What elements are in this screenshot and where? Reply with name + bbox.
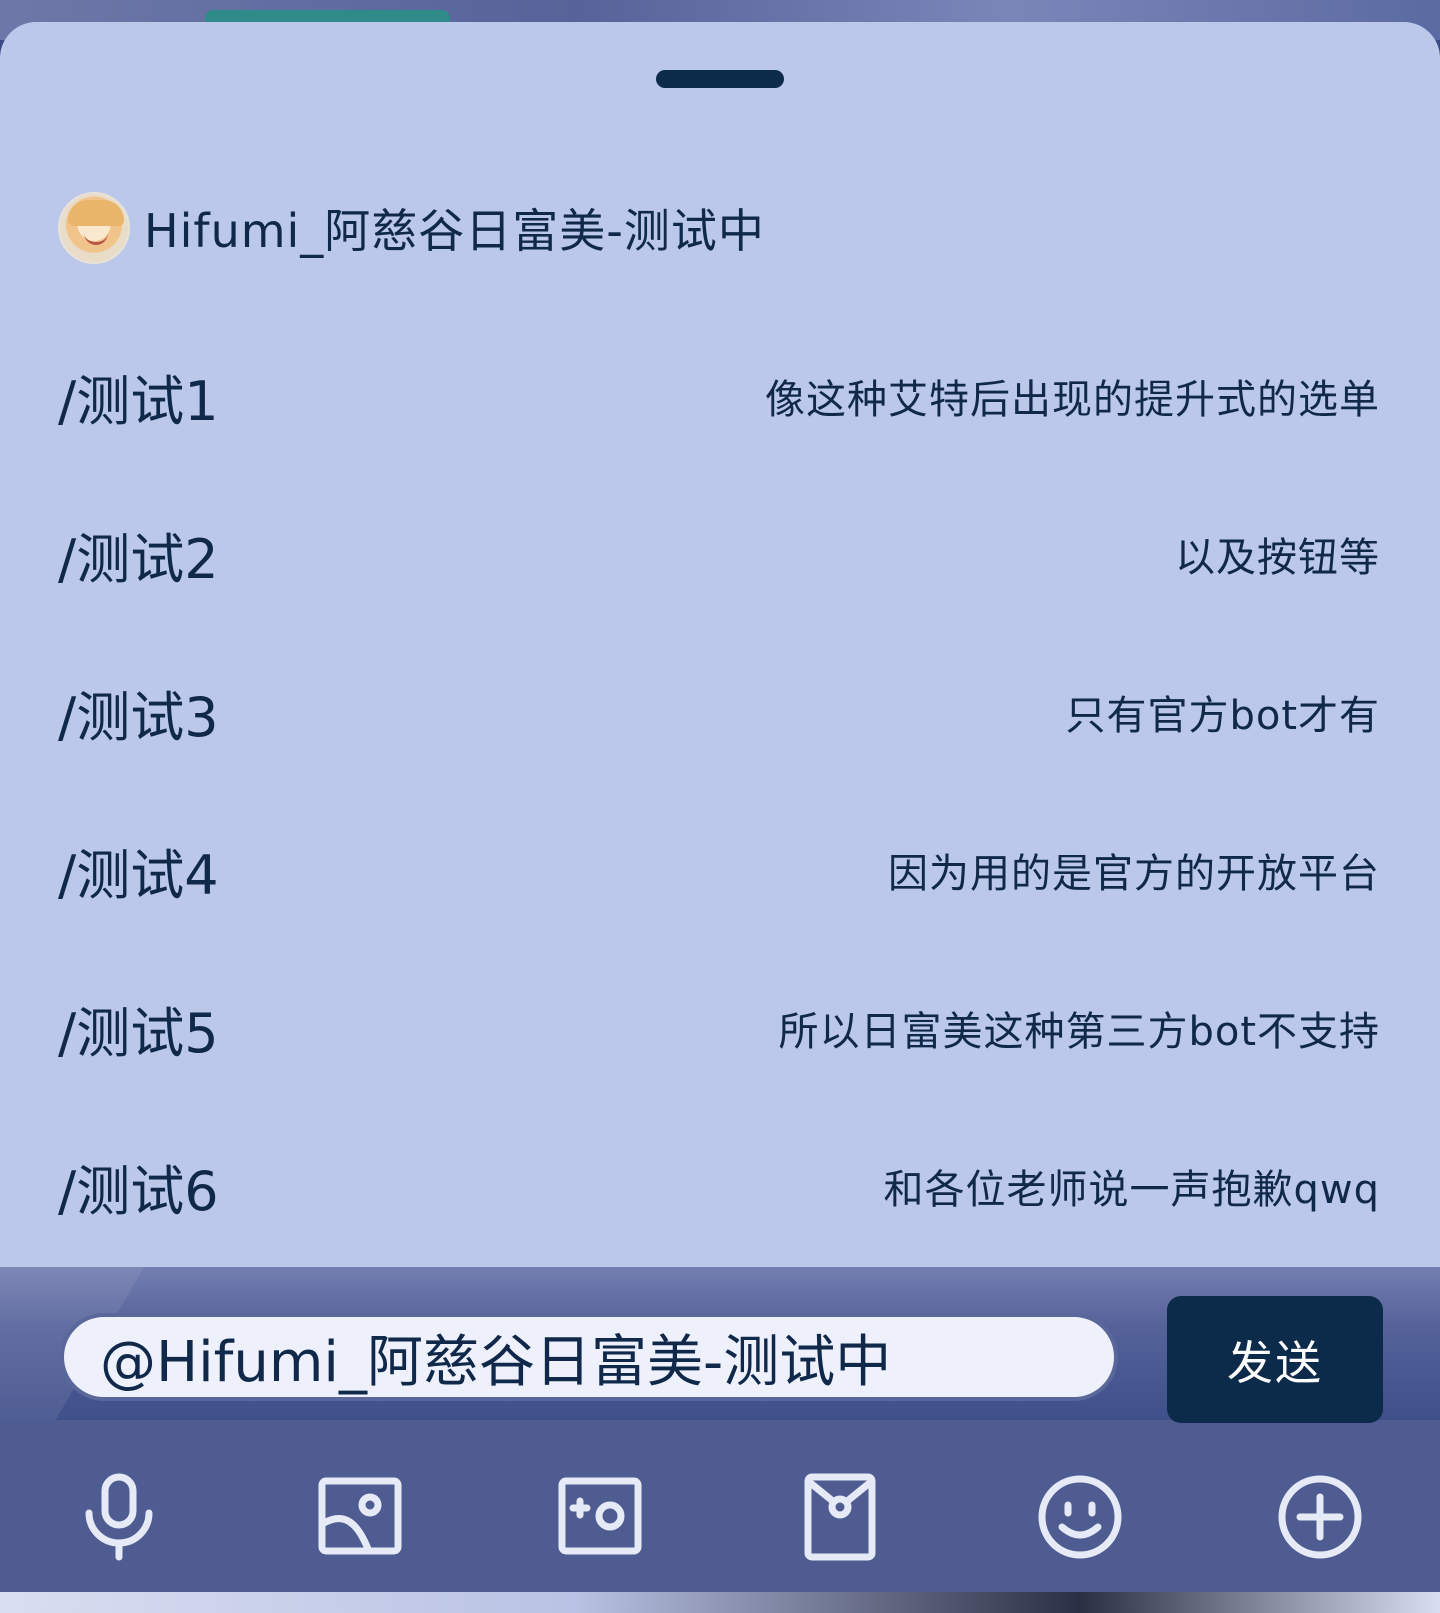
- message-input-text: @Hifumi_阿慈谷日富美-测试中: [100, 1329, 892, 1395]
- camera-icon[interactable]: [545, 1462, 655, 1572]
- command-item[interactable]: /测试2 以及按钮等: [58, 475, 1380, 633]
- image-icon[interactable]: [305, 1462, 415, 1572]
- command-name: /测试4: [58, 843, 219, 907]
- command-description: 只有官方bot才有: [1065, 693, 1380, 739]
- background-bottom: [0, 1592, 1440, 1613]
- command-name: /测试3: [58, 685, 219, 749]
- message-input[interactable]: @Hifumi_阿慈谷日富美-测试中: [60, 1313, 1118, 1401]
- command-item[interactable]: /测试4 因为用的是官方的开放平台: [58, 791, 1380, 949]
- bot-header: Hifumi_阿慈谷日富美-测试中: [58, 192, 765, 264]
- microphone-icon[interactable]: [64, 1462, 174, 1572]
- command-description: 因为用的是官方的开放平台: [888, 851, 1380, 897]
- command-name: /测试1: [58, 369, 219, 433]
- sheet-drag-handle[interactable]: [656, 70, 784, 88]
- command-item[interactable]: /测试1 像这种艾特后出现的提升式的选单: [58, 317, 1380, 475]
- bot-name: Hifumi_阿慈谷日富美-测试中: [144, 204, 765, 258]
- command-item[interactable]: /测试6 和各位老师说一声抱歉qwq: [58, 1107, 1380, 1265]
- command-item[interactable]: /测试3 只有官方bot才有: [58, 633, 1380, 791]
- command-list: /测试1 像这种艾特后出现的提升式的选单 /测试2 以及按钮等 /测试3 只有官…: [58, 317, 1380, 1265]
- red-packet-icon[interactable]: [785, 1462, 895, 1572]
- command-name: /测试5: [58, 1001, 219, 1065]
- chat-toolbar: [0, 1462, 1440, 1572]
- send-button[interactable]: 发送: [1167, 1296, 1383, 1423]
- command-sheet: Hifumi_阿慈谷日富美-测试中 /测试1 像这种艾特后出现的提升式的选单 /…: [0, 22, 1440, 1267]
- command-item[interactable]: /测试5 所以日富美这种第三方bot不支持: [58, 949, 1380, 1107]
- command-description: 像这种艾特后出现的提升式的选单: [765, 377, 1380, 423]
- command-name: /测试2: [58, 527, 219, 591]
- bot-avatar: [58, 192, 130, 264]
- command-description: 和各位老师说一声抱歉qwq: [883, 1167, 1380, 1213]
- command-description: 所以日富美这种第三方bot不支持: [778, 1009, 1380, 1055]
- command-description: 以及按钮等: [1175, 535, 1380, 581]
- command-name: /测试6: [58, 1159, 219, 1223]
- emoji-icon[interactable]: [1025, 1462, 1135, 1572]
- plus-icon[interactable]: [1265, 1462, 1375, 1572]
